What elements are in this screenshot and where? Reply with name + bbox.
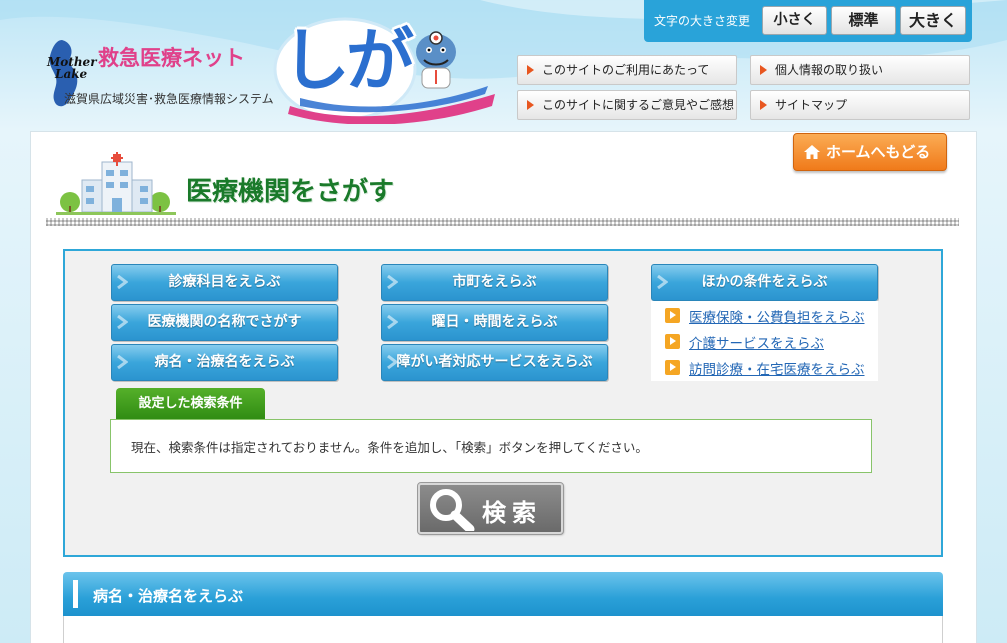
site-name: 救急医療ネット [98, 46, 245, 70]
link-site-usage[interactable]: このサイトのご利用にあたって [517, 55, 737, 85]
chevron-right-icon [117, 315, 128, 329]
other-conditions-list: 医療保険・公費負担をえらぶ 介護サービスをえらぶ 訪問診療・在宅医療をえらぶ [651, 301, 878, 381]
font-size-large-button[interactable]: 大きく [900, 6, 966, 35]
font-size-normal-button[interactable]: 標準 [831, 6, 896, 35]
search-button[interactable]: 検索 [417, 482, 564, 535]
select-disease-label: 病名・治療名をえらぶ [154, 354, 295, 370]
arrow-right-icon [760, 100, 767, 110]
chevron-right-icon [387, 355, 398, 369]
select-day-time-label: 曜日・時間をえらぶ [431, 314, 558, 330]
link-insurance[interactable]: 医療保険・公費負担をえらぶ [665, 306, 865, 326]
home-button[interactable]: ホームへもどる [793, 133, 947, 171]
magnifier-icon [430, 489, 475, 531]
chevron-right-icon [657, 275, 668, 289]
search-conditions-text: 現在、検索条件は指定されておりません。条件を追加し、「検索」ボタンを押してくださ… [131, 440, 648, 455]
chevron-right-icon [117, 275, 128, 289]
link-privacy[interactable]: 個人情報の取り扱い [750, 55, 970, 85]
search-conditions-box: 現在、検索条件は指定されておりません。条件を追加し、「検索」ボタンを押してくださ… [110, 419, 872, 473]
font-size-small-button[interactable]: 小さく [762, 6, 827, 35]
hospital-building-icon [56, 152, 176, 215]
select-municipality-button[interactable]: 市町をえらぶ [381, 264, 608, 301]
link-home-care[interactable]: 訪問診療・在宅医療をえらぶ [665, 358, 865, 378]
select-department-label: 診療科目をえらぶ [168, 274, 281, 290]
link-sitemap[interactable]: サイトマップ [750, 90, 970, 120]
other-conditions-label: ほかの条件をえらぶ [701, 274, 828, 290]
search-conditions-tab: 設定した検索条件 [116, 388, 265, 420]
page-title: 医療機関をさがす [186, 177, 395, 207]
select-day-time-button[interactable]: 曜日・時間をえらぶ [381, 304, 608, 341]
other-conditions-button[interactable]: ほかの条件をえらぶ [651, 264, 878, 301]
arrow-right-icon [527, 65, 534, 75]
section-body [63, 616, 943, 643]
link-feedback[interactable]: このサイトに関するご意見やご感想 [517, 90, 737, 120]
catfish-doctor-mascot-icon [416, 31, 456, 89]
link-home-care-label: 訪問診療・在宅医療をえらぶ [689, 362, 865, 378]
chevron-right-icon [387, 315, 398, 329]
section-header-disease: 病名・治療名をえらぶ [63, 572, 943, 616]
shiga-logo-word: しが [282, 22, 414, 101]
search-by-name-button[interactable]: 医療機関の名称でさがす [111, 304, 338, 341]
chevron-right-icon [387, 275, 398, 289]
arrow-right-icon [760, 65, 767, 75]
arrow-square-icon [665, 308, 680, 323]
link-site-usage-label: このサイトのご利用にあたって [542, 63, 710, 77]
chevron-right-icon [117, 355, 128, 369]
select-disability-service-label: 障がい者対応サービスをえらぶ [396, 354, 593, 370]
search-by-name-label: 医療機関の名称でさがす [147, 314, 302, 330]
select-municipality-label: 市町をえらぶ [452, 274, 537, 290]
link-privacy-label: 個人情報の取り扱い [775, 63, 884, 77]
link-sitemap-label: サイトマップ [775, 98, 848, 112]
select-disease-button[interactable]: 病名・治療名をえらぶ [111, 344, 338, 381]
arrow-square-icon [665, 360, 680, 375]
site-subtitle: 滋賀県広域災害･救急医療情報システム [64, 92, 274, 106]
arrow-right-icon [527, 100, 534, 110]
section-title: 病名・治療名をえらぶ [93, 587, 244, 605]
select-department-button[interactable]: 診療科目をえらぶ [111, 264, 338, 301]
arrow-square-icon [665, 334, 680, 349]
link-care-service-label: 介護サービスをえらぶ [689, 336, 824, 352]
title-divider [46, 218, 959, 226]
mother-lake-text: Mother Lake [47, 55, 97, 81]
search-button-label: 検索 [482, 499, 542, 527]
home-icon [804, 145, 820, 159]
link-care-service[interactable]: 介護サービスをえらぶ [665, 332, 824, 352]
font-size-label: 文字の大きさ変更 [654, 14, 751, 28]
font-size-panel: 文字の大きさ変更 小さく 標準 大きく [644, 0, 972, 42]
link-feedback-label: このサイトに関するご意見やご感想 [542, 98, 735, 112]
home-button-label: ホームへもどる [826, 143, 931, 161]
link-insurance-label: 医療保険・公費負担をえらぶ [689, 310, 865, 326]
select-disability-service-button[interactable]: 障がい者対応サービスをえらぶ [381, 344, 608, 381]
section-header-bar [73, 580, 78, 608]
